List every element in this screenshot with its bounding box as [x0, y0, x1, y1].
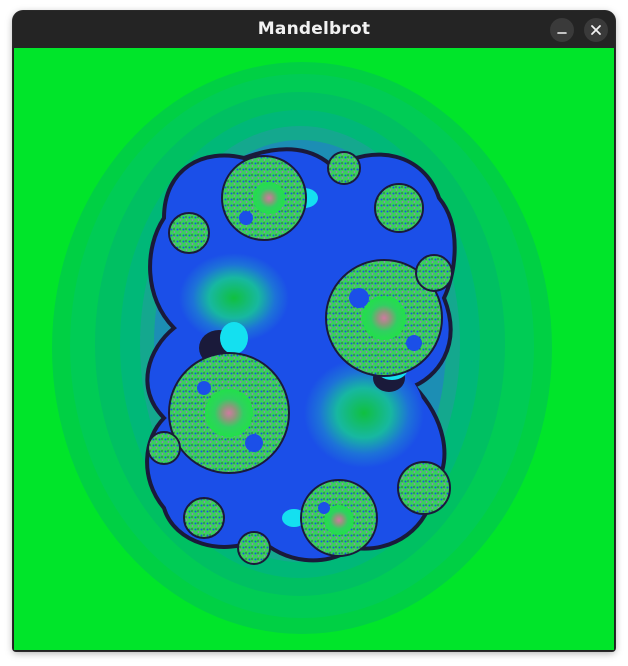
fractal-image — [14, 48, 614, 650]
close-icon — [591, 25, 601, 35]
window-title: Mandelbrot — [257, 19, 371, 39]
fractal-canvas[interactable] — [14, 48, 614, 650]
minimize-icon — [557, 32, 567, 34]
title-bar[interactable]: Mandelbrot — [13, 11, 615, 48]
minimize-button[interactable] — [550, 18, 574, 42]
close-button[interactable] — [584, 18, 608, 42]
app-window: Mandelbrot — [13, 11, 615, 651]
